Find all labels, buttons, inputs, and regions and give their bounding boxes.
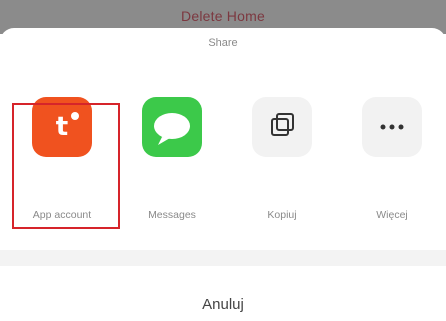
share-option-more[interactable]: Więcej: [342, 75, 442, 221]
share-option-label: Messages: [148, 209, 196, 221]
sheet-divider: [0, 250, 446, 266]
selection-highlight-box: [12, 103, 120, 229]
share-option-messages[interactable]: Messages: [122, 75, 222, 221]
background-title: Delete Home: [181, 8, 265, 24]
cancel-label: Anuluj: [202, 296, 244, 313]
share-option-label: Więcej: [376, 209, 408, 221]
copy-icon: [252, 97, 312, 157]
share-option-copy[interactable]: Kopiuj: [232, 75, 332, 221]
share-title: Share: [208, 37, 238, 49]
share-option-label: Kopiuj: [267, 209, 297, 221]
messages-icon: [142, 97, 202, 157]
share-sheet-screen: Delete Home Share t App account Messages: [0, 0, 446, 321]
more-icon: [362, 97, 422, 157]
cancel-button[interactable]: Anuluj: [0, 266, 446, 321]
